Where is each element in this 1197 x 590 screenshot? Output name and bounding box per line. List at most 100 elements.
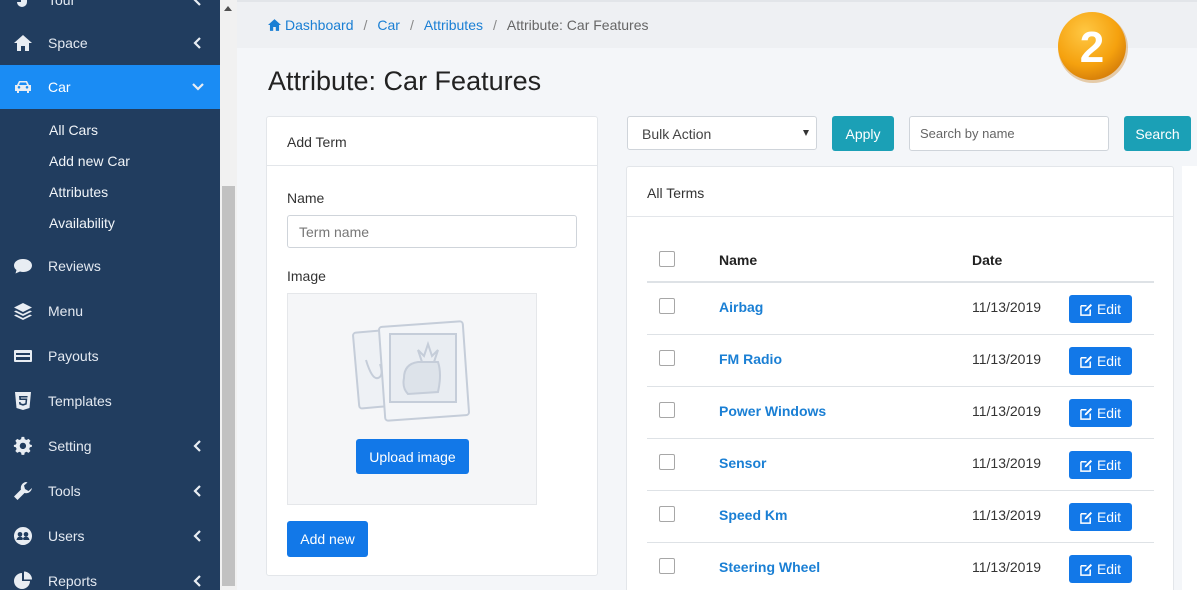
- caret-down-icon: [803, 130, 809, 136]
- submenu-item-attributes[interactable]: Attributes: [49, 184, 108, 200]
- bulk-action-select[interactable]: Bulk Action: [627, 116, 817, 150]
- row-checkbox[interactable]: [659, 402, 675, 418]
- edit-button[interactable]: Edit: [1069, 451, 1132, 479]
- term-date: 11/13/2019: [972, 299, 1042, 315]
- sidebar-item-menu[interactable]: Menu: [0, 289, 220, 333]
- edit-label: Edit: [1096, 405, 1122, 421]
- breadcrumb: Dashboard / Car / Attributes / Attribute…: [268, 17, 649, 33]
- sidebar-item-reports[interactable]: Reports: [0, 559, 220, 590]
- sidebar-item-setting[interactable]: Setting: [0, 424, 220, 468]
- pie-chart-icon: [12, 570, 34, 590]
- edit-icon: [1080, 407, 1093, 420]
- edit-button[interactable]: Edit: [1069, 347, 1132, 375]
- edit-label: Edit: [1096, 509, 1122, 525]
- sidebar-item-reviews[interactable]: Reviews: [0, 244, 220, 288]
- term-name-input[interactable]: [287, 215, 577, 248]
- sidebar-item-templates[interactable]: Templates: [0, 379, 220, 423]
- edit-button[interactable]: Edit: [1069, 503, 1132, 531]
- sidebar-item-label: Reports: [48, 573, 98, 589]
- breadcrumb-attributes[interactable]: Attributes: [424, 17, 483, 33]
- edit-label: Edit: [1096, 353, 1122, 369]
- all-terms-title: All Terms: [647, 185, 705, 201]
- term-date: 11/13/2019: [972, 351, 1042, 367]
- term-name-link[interactable]: Steering Wheel: [719, 559, 820, 575]
- sidebar-item-label: Reviews: [48, 258, 101, 274]
- term-name-link[interactable]: Airbag: [719, 299, 763, 315]
- edit-icon: [1080, 459, 1093, 472]
- edit-button[interactable]: Edit: [1069, 399, 1132, 427]
- sidebar-item-label: Tour: [48, 0, 76, 8]
- upload-image-button[interactable]: Upload image: [356, 439, 469, 474]
- submenu-item-all-cars[interactable]: All Cars: [49, 122, 98, 138]
- term-date: 11/13/2019: [972, 559, 1042, 575]
- column-header-date: Date: [972, 252, 1003, 268]
- sidebar-item-label: Users: [48, 528, 85, 544]
- wrench-icon: [12, 480, 34, 502]
- chevron-down-icon: [192, 80, 204, 94]
- name-label: Name: [287, 190, 325, 206]
- row-checkbox[interactable]: [659, 298, 675, 314]
- home-icon: [12, 32, 34, 54]
- chevron-left-icon: [192, 484, 204, 498]
- sidebar-item-car[interactable]: Car: [0, 65, 220, 109]
- image-upload-box[interactable]: Upload image: [287, 293, 537, 505]
- search-button[interactable]: Search: [1124, 116, 1191, 151]
- edit-icon: [1080, 303, 1093, 316]
- home-icon: [268, 19, 281, 31]
- sidebar-item-tools[interactable]: Tools: [0, 469, 220, 513]
- row-divider: [647, 334, 1154, 335]
- tour-icon: [12, 0, 34, 11]
- breadcrumb-separator: /: [409, 17, 414, 33]
- edit-icon: [1080, 563, 1093, 576]
- row-divider: [647, 386, 1154, 387]
- chevron-left-icon: [192, 36, 204, 50]
- edit-icon: [1080, 355, 1093, 368]
- term-name-link[interactable]: FM Radio: [719, 351, 782, 367]
- edit-button[interactable]: Edit: [1069, 295, 1132, 323]
- breadcrumb-separator: /: [363, 17, 368, 33]
- add-term-card: Add Term Name Image Upload image Add new: [266, 116, 598, 576]
- term-date: 11/13/2019: [972, 403, 1042, 419]
- row-checkbox[interactable]: [659, 454, 675, 470]
- submenu-item-availability[interactable]: Availability: [49, 215, 115, 231]
- term-name-link[interactable]: Speed Km: [719, 507, 787, 523]
- add-new-button[interactable]: Add new: [287, 521, 368, 557]
- column-header-name: Name: [719, 252, 758, 268]
- row-checkbox[interactable]: [659, 506, 675, 522]
- sidebar-item-payouts[interactable]: Payouts: [0, 334, 220, 378]
- layers-icon: [12, 300, 34, 322]
- sidebar-item-label: Car: [48, 79, 71, 95]
- submenu-item-add-new-car[interactable]: Add new Car: [49, 153, 130, 169]
- step-number: 2: [1080, 23, 1104, 72]
- search-input[interactable]: [909, 116, 1109, 151]
- chevron-left-icon: [192, 0, 204, 7]
- edit-button[interactable]: Edit: [1069, 555, 1132, 583]
- breadcrumb-separator: /: [492, 17, 497, 33]
- apply-button[interactable]: Apply: [832, 116, 894, 151]
- sidebar-scrollbar-thumb[interactable]: [222, 186, 235, 586]
- row-checkbox[interactable]: [659, 558, 675, 574]
- step-number-badge: 2: [1058, 12, 1128, 83]
- select-all-checkbox[interactable]: [659, 251, 675, 267]
- sidebar-item-users[interactable]: Users: [0, 514, 220, 558]
- term-name-link[interactable]: Power Windows: [719, 403, 826, 419]
- page-title: Attribute: Car Features: [268, 66, 542, 96]
- breadcrumb-car[interactable]: Car: [377, 17, 400, 33]
- sidebar-item-tour[interactable]: Tour: [0, 0, 220, 22]
- breadcrumb-dashboard[interactable]: Dashboard: [285, 17, 354, 33]
- edit-label: Edit: [1096, 301, 1122, 317]
- term-name-link[interactable]: Sensor: [719, 455, 766, 471]
- breadcrumb-current: Attribute: Car Features: [506, 17, 649, 33]
- chevron-left-icon: [192, 574, 204, 588]
- sidebar-item-label: Menu: [48, 303, 84, 319]
- chevron-left-icon: [192, 529, 204, 543]
- row-divider: [647, 490, 1154, 491]
- sidebar-item-label: Templates: [48, 393, 112, 409]
- scroll-up-arrow[interactable]: [224, 6, 232, 11]
- sidebar-item-space[interactable]: Space: [0, 21, 220, 65]
- row-divider: [647, 542, 1154, 543]
- row-checkbox[interactable]: [659, 350, 675, 366]
- image-label: Image: [287, 268, 326, 284]
- html5-icon: [12, 390, 34, 412]
- table-header-divider: [647, 281, 1154, 283]
